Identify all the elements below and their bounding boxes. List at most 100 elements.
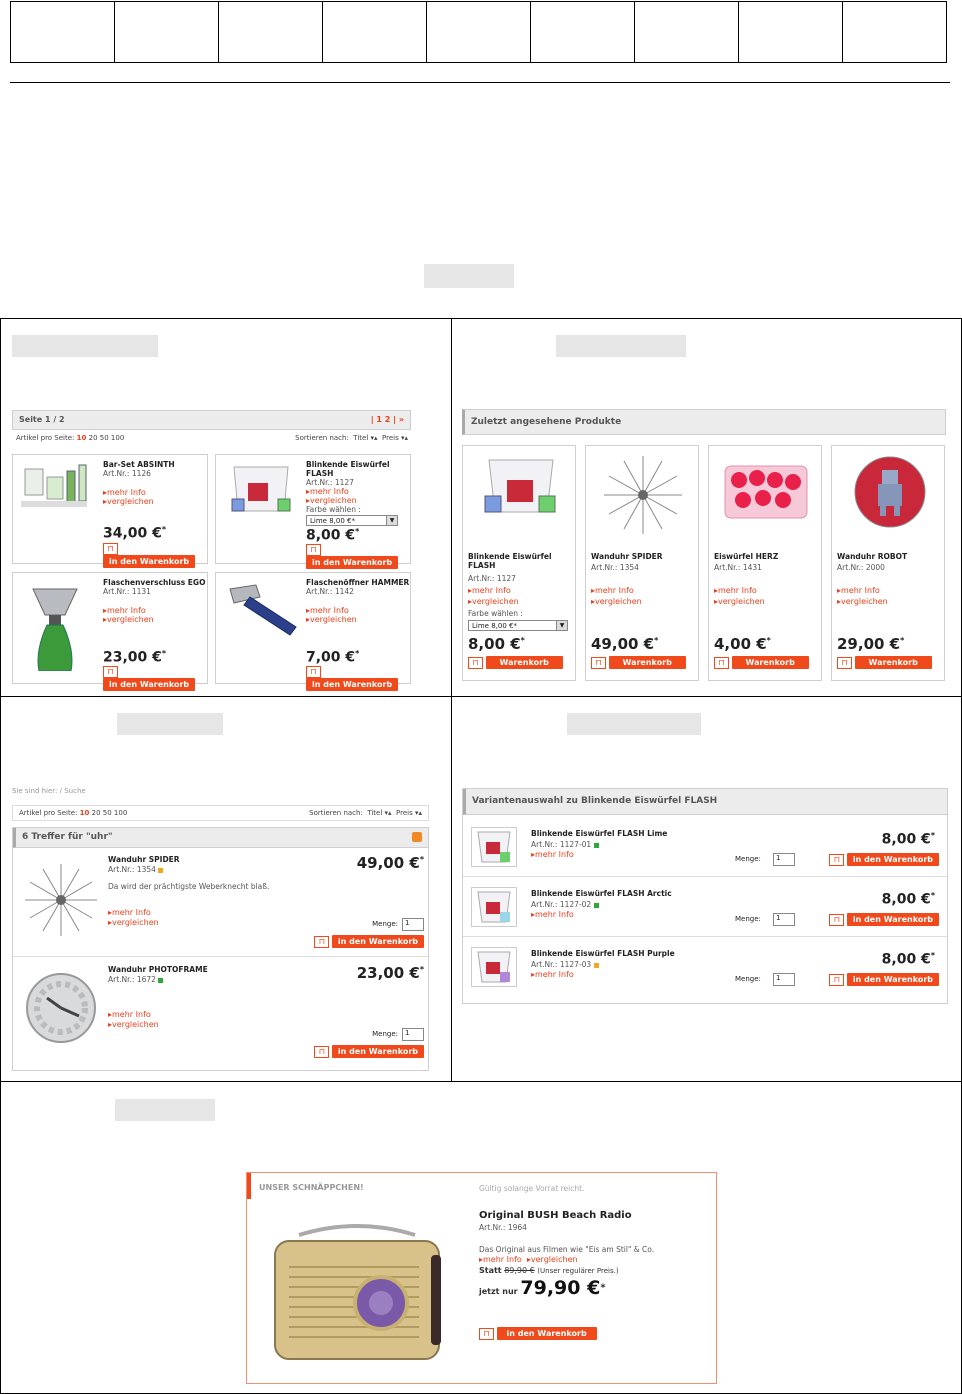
add-to-cart-button[interactable]: in den Warenkorb [331,935,424,948]
product-name[interactable]: Blinkende Eiswürfel FLASH [306,460,406,478]
cart-button[interactable]: Warenkorb [854,656,932,669]
product-name[interactable]: Flaschenverschluss EGO [103,578,205,587]
quantity-input[interactable]: 1 [773,853,795,866]
product-card[interactable]: Flaschenöffner HAMMER Art.Nr.: 1142 mehr… [215,572,411,691]
compare-link[interactable]: vergleichen [591,597,642,606]
more-info-link[interactable]: mehr Info [108,1010,151,1019]
variant-name[interactable]: Blinkende Eiswürfel FLASH Arctic [531,889,672,898]
cart-icon[interactable]: ⊓ [314,1045,330,1058]
product-name[interactable]: Flaschenöffner HAMMER [306,578,409,587]
add-to-cart[interactable]: ⊓ Warenkorb [591,656,686,669]
compare-link[interactable]: vergleichen [714,597,765,606]
cart-icon[interactable]: ⊓ [103,666,118,678]
sort-title[interactable]: Titel [367,809,382,817]
variant-name[interactable]: Blinkende Eiswürfel FLASH Lime [531,829,667,838]
add-to-cart-button[interactable]: in den Warenkorb [103,555,196,568]
cart-icon[interactable]: ⊓ [479,1327,494,1340]
cart-icon[interactable]: ⊓ [837,656,852,669]
recent-product-card[interactable]: Blinkende Eiswürfel FLASH Art.Nr.: 1127 … [462,445,576,681]
cart-icon[interactable]: ⊓ [714,656,729,669]
product-name[interactable]: Bar-Set ABSINTH [103,460,175,469]
quantity-input[interactable]: 1 [402,1028,424,1041]
sort-title[interactable]: Titel [353,434,368,442]
cart-icon[interactable]: ⊓ [829,853,845,866]
variant-thumbnail[interactable] [471,947,517,987]
add-to-cart-button[interactable]: in den Warenkorb [496,1327,597,1340]
compare-link[interactable]: vergleichen [103,615,154,624]
add-to-cart[interactable]: ⊓ Warenkorb [714,656,809,669]
add-to-cart[interactable]: ⊓ in den Warenkorb [829,913,939,926]
more-info-link[interactable]: mehr Info [479,1255,522,1264]
add-to-cart[interactable]: ⊓ in den Warenkorb [306,544,410,569]
chevron-down-icon[interactable]: ▼ [556,621,567,630]
more-info-link[interactable]: mehr Info [531,910,574,919]
more-info-link[interactable]: mehr Info [103,606,146,615]
more-info-link[interactable]: mehr Info [531,970,574,979]
product-name[interactable]: Eiswürfel HERZ [714,552,778,561]
more-info-link[interactable]: mehr Info [531,850,574,859]
compare-link[interactable]: vergleichen [306,496,357,505]
compare-link[interactable]: vergleichen [468,597,519,606]
product-name[interactable]: Wanduhr SPIDER [591,552,663,561]
per-page-active[interactable]: 10 [77,434,87,442]
quantity-input[interactable]: 1 [402,918,424,931]
add-to-cart[interactable]: ⊓ Warenkorb [837,656,932,669]
cart-icon[interactable]: ⊓ [468,656,483,669]
sort-price[interactable]: Preis [396,809,413,817]
per-page-options[interactable]: 20 50 100 [89,434,125,442]
quantity-input[interactable]: 1 [773,913,795,926]
per-page-active[interactable]: 10 [80,809,90,817]
compare-link[interactable]: vergleichen [837,597,888,606]
cart-button[interactable]: Warenkorb [731,656,809,669]
quantity-input[interactable]: 1 [773,973,795,986]
cart-icon[interactable]: ⊓ [306,544,321,556]
add-to-cart[interactable]: ⊓ in den Warenkorb [103,666,207,691]
recent-product-card[interactable]: Wanduhr SPIDER Art.Nr.: 1354 mehr Info v… [585,445,699,681]
more-info-link[interactable]: mehr Info [468,586,511,595]
product-name[interactable]: Wanduhr PHOTOFRAME [108,965,208,974]
chevron-down-icon[interactable]: ▼ [386,516,397,525]
recent-product-card[interactable]: Eiswürfel HERZ Art.Nr.: 1431 mehr Info v… [708,445,822,681]
rss-icon[interactable] [412,832,422,842]
add-to-cart[interactable]: ⊓ in den Warenkorb [314,1045,424,1058]
cart-icon[interactable]: ⊓ [829,913,845,926]
deal-name[interactable]: Original BUSH Beach Radio [479,1210,632,1221]
more-info-link[interactable]: mehr Info [714,586,757,595]
compare-link[interactable]: vergleichen [527,1255,578,1264]
add-to-cart-button[interactable]: in den Warenkorb [103,678,196,691]
more-info-link[interactable]: mehr Info [837,586,880,595]
cart-icon[interactable]: ⊓ [306,666,321,678]
compare-link[interactable]: vergleichen [306,615,357,624]
add-to-cart-button[interactable]: in den Warenkorb [846,913,939,926]
add-to-cart-button[interactable]: in den Warenkorb [331,1045,424,1058]
cart-icon[interactable]: ⊓ [314,935,330,948]
variant-thumbnail[interactable] [471,827,517,867]
add-to-cart-button[interactable]: in den Warenkorb [846,973,939,986]
add-to-cart-button[interactable]: in den Warenkorb [306,556,399,569]
more-info-link[interactable]: mehr Info [591,586,634,595]
add-to-cart-button[interactable]: in den Warenkorb [306,678,399,691]
cart-icon[interactable]: ⊓ [591,656,606,669]
pagination-links[interactable]: | 1 2 | » [371,415,404,425]
product-card[interactable]: Flaschenverschluss EGO Art.Nr.: 1131 meh… [12,572,208,691]
compare-link[interactable]: vergleichen [103,497,154,506]
more-info-link[interactable]: mehr Info [103,488,146,497]
variant-select[interactable]: Lime 8,00 €* ▼ [306,515,398,526]
cart-icon[interactable]: ⊓ [829,973,845,986]
add-to-cart[interactable]: ⊓ in den Warenkorb [479,1327,597,1340]
product-name[interactable]: Wanduhr ROBOT [837,552,907,561]
add-to-cart-button[interactable]: in den Warenkorb [846,853,939,866]
add-to-cart[interactable]: ⊓ in den Warenkorb [829,973,939,986]
add-to-cart[interactable]: ⊓ in den Warenkorb [314,935,424,948]
product-name[interactable]: Blinkende Eiswürfel FLASH [468,552,572,570]
product-card[interactable]: Blinkende Eiswürfel FLASH Art.Nr.: 1127 … [215,454,411,569]
product-card[interactable]: Bar-Set ABSINTH Art.Nr.: 1126 mehr Info … [12,454,208,568]
more-info-link[interactable]: mehr Info [306,606,349,615]
add-to-cart[interactable]: ⊓ Warenkorb [468,656,563,669]
compare-link[interactable]: vergleichen [108,1020,159,1029]
more-info-link[interactable]: mehr Info [108,908,151,917]
per-page-options[interactable]: 20 50 100 [92,809,128,817]
add-to-cart[interactable]: ⊓ in den Warenkorb [103,543,207,568]
sort-price[interactable]: Preis [382,434,399,442]
variant-thumbnail[interactable] [471,887,517,927]
